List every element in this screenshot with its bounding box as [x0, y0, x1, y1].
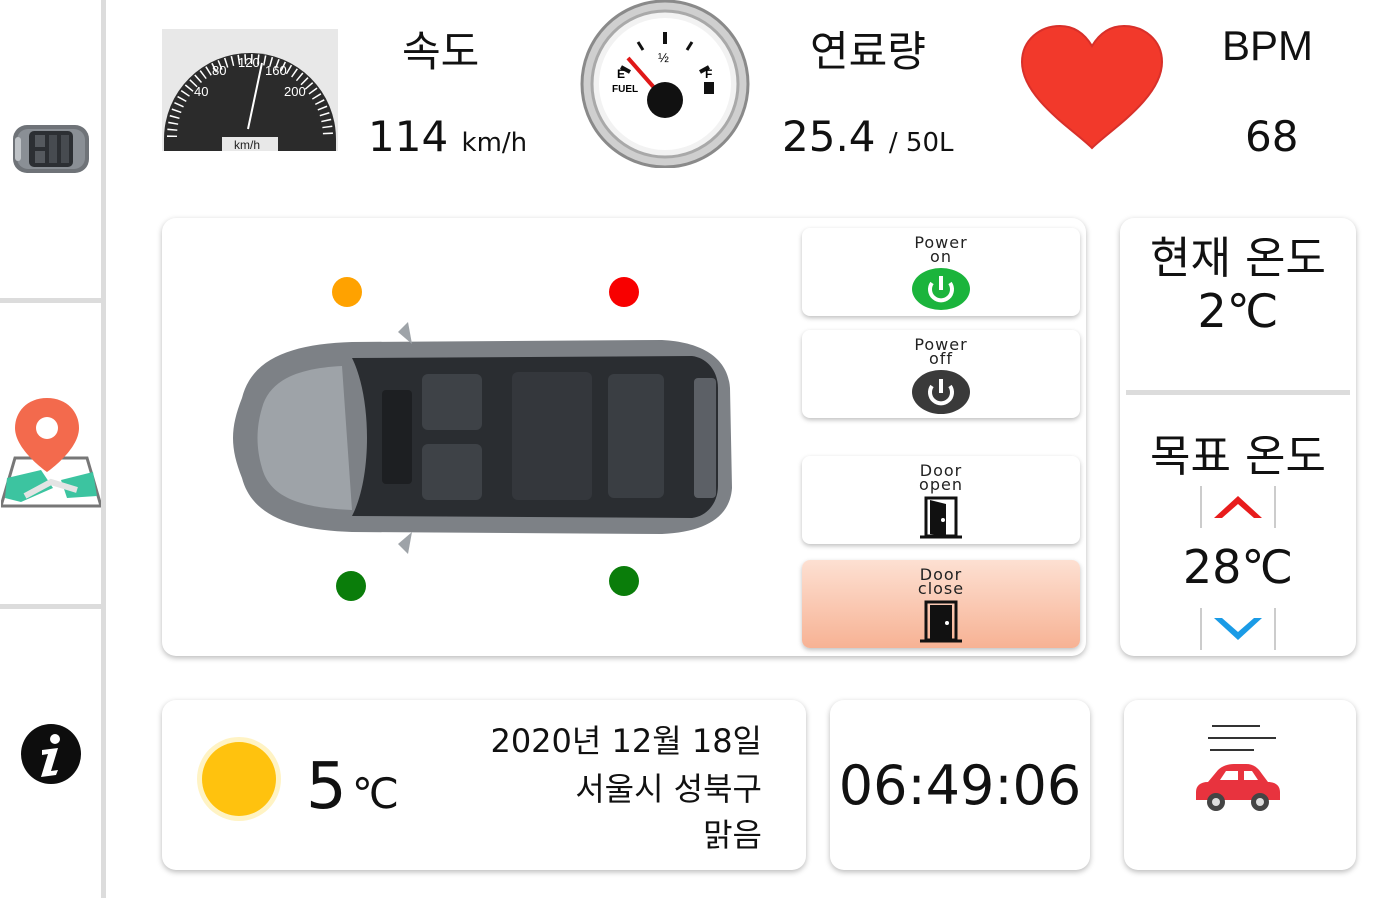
fuel-label: 연료량: [810, 27, 926, 76]
weather-location: 서울시 성북구: [575, 770, 762, 808]
fuel-capacity: / 50L: [888, 128, 954, 158]
power-off-label-line2: off: [928, 349, 954, 368]
speed-tick-200: 200: [284, 84, 306, 99]
weather-panel: 5 ℃ 2020년 12월 18일 서울시 성북구 맑음: [162, 700, 806, 870]
speed-label: 속도: [402, 27, 480, 76]
vehicle-control-panel: Power on Power off Door open Door close: [162, 218, 1086, 656]
weather-date: 2020년 12월 18일: [490, 722, 762, 760]
current-temp-label: 현재 온도: [1150, 233, 1326, 284]
heart-icon: [1020, 24, 1164, 150]
status-dot-rear-left: [336, 571, 366, 601]
chevron-up-icon: [1214, 496, 1262, 518]
target-temp-label: 목표 온도: [1150, 431, 1326, 482]
info-icon: [20, 723, 81, 784]
speed-tick-40: 40: [194, 84, 208, 99]
fuel-number: 25.4: [782, 112, 876, 161]
weather-temp-value: 5: [306, 750, 347, 824]
clock-panel: 06:49:06: [830, 700, 1090, 870]
sidebar-item-car[interactable]: [0, 0, 101, 298]
door-close-label: Door close: [917, 567, 965, 598]
clock-time: 06:49:06: [838, 753, 1082, 817]
door-open-label: Door open: [919, 463, 963, 494]
door-close-label-line2: close: [917, 579, 965, 598]
map-pin-icon: [0, 397, 101, 507]
status-dot-rear-right: [609, 566, 639, 596]
power-on-button[interactable]: Power on: [802, 228, 1080, 316]
speed-tick-120: 120: [238, 55, 260, 70]
car-topview-image: [233, 322, 732, 554]
door-close-button[interactable]: Door close: [802, 560, 1080, 648]
door-icon: [920, 496, 962, 539]
door-open-label-line2: open: [919, 475, 963, 494]
speed-dial-unit: km/h: [234, 138, 260, 151]
speed-tick-160: 160: [265, 63, 287, 78]
speedometer-dial: 40 80 120 160 200 km/h: [162, 29, 338, 152]
chevron-down-icon: [1214, 618, 1262, 640]
fuel-gauge: E ½ F FUEL: [580, 0, 750, 169]
power-icon: [912, 268, 970, 310]
power-on-label: Power on: [914, 235, 967, 266]
drive-mode-button[interactable]: [1124, 700, 1356, 870]
fuel-dial-empty: E: [617, 67, 625, 81]
speed-tick-80: 80: [212, 63, 226, 78]
speed-unit: km/h: [461, 128, 528, 158]
weather-condition: 맑음: [703, 816, 762, 854]
sidebar: [0, 0, 106, 898]
power-off-button[interactable]: Power off: [802, 330, 1080, 418]
weather-temp-unit: ℃: [351, 769, 399, 818]
fuel-dial-half: ½: [658, 50, 669, 65]
temp-up-button[interactable]: [1200, 486, 1276, 528]
bpm-label: BPM: [1222, 22, 1314, 69]
weather-temp: 5 ℃: [306, 750, 399, 824]
moving-car-icon: [1196, 725, 1280, 811]
fuel-dial-caption: FUEL: [612, 84, 638, 95]
target-temp-value: 28℃: [1182, 540, 1294, 594]
power-icon: [912, 370, 970, 414]
climate-divider: [1126, 390, 1350, 395]
sun-icon: [197, 737, 281, 821]
status-dot-front-right: [609, 277, 639, 307]
sidebar-item-info[interactable]: [0, 609, 101, 898]
car-topview-icon: [12, 125, 89, 173]
sidebar-item-map[interactable]: [0, 303, 101, 604]
power-on-label-line2: on: [930, 247, 952, 266]
speed-value: 114 km/h: [368, 112, 527, 161]
climate-panel: 현재 온도 2℃ 목표 온도 28℃: [1120, 218, 1356, 656]
bpm-value: 68: [1245, 112, 1299, 161]
power-off-label: Power off: [914, 337, 967, 368]
speed-number: 114: [368, 112, 449, 161]
temp-down-button[interactable]: [1200, 608, 1276, 650]
status-dot-front-left: [332, 277, 362, 307]
door-icon: [920, 600, 962, 643]
fuel-dial-full: F: [705, 67, 712, 81]
current-temp-value: 2℃: [1197, 284, 1279, 338]
fuel-value: 25.4 / 50L: [782, 112, 953, 161]
door-open-button[interactable]: Door open: [802, 456, 1080, 544]
